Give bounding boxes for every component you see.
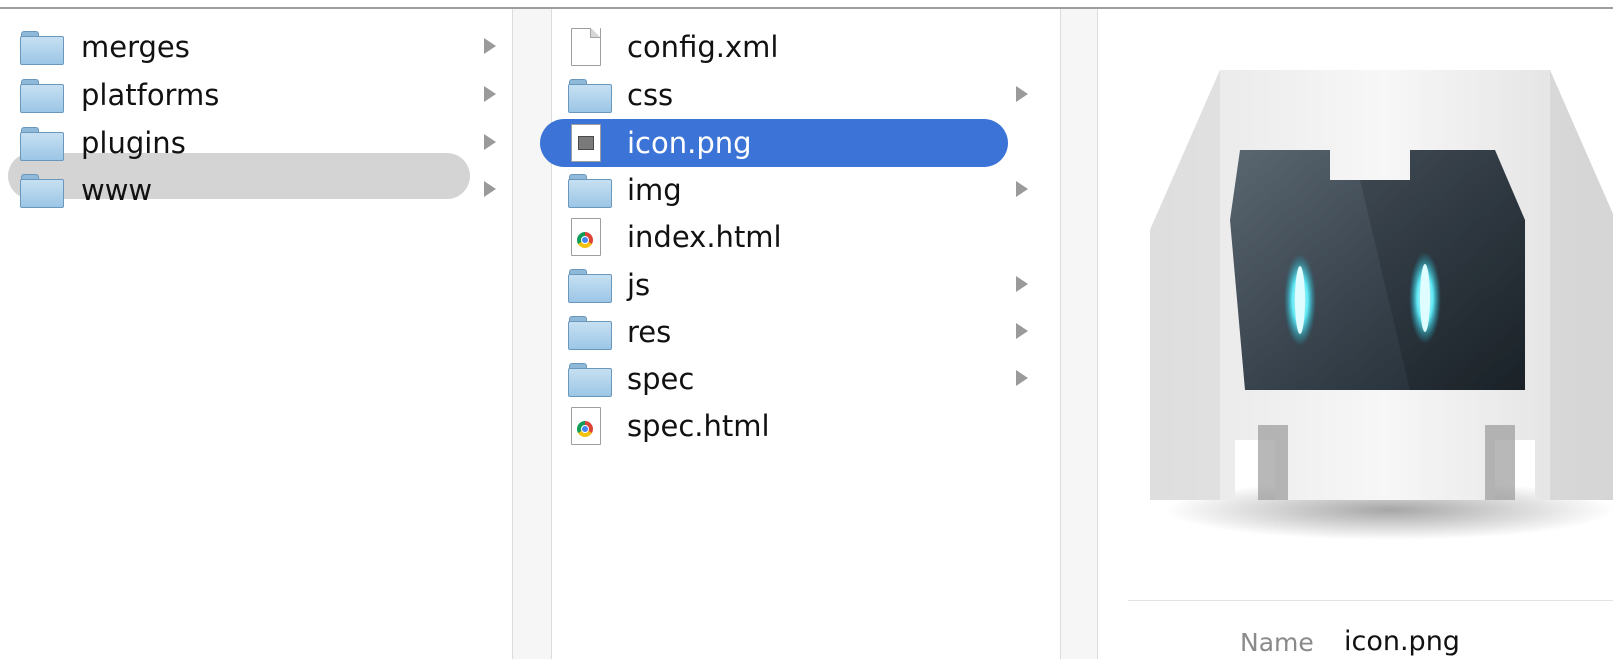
column-divider[interactable] — [512, 9, 552, 659]
item-label: img — [627, 173, 682, 207]
item-label: icon.png — [627, 126, 752, 160]
browser-column-1[interactable]: merges platforms plugins www — [0, 9, 512, 659]
folder-icon — [20, 31, 64, 65]
list-item-icon-png[interactable]: icon.png — [540, 119, 1008, 167]
folder-icon — [568, 269, 612, 303]
disclosure-arrow-icon — [1016, 181, 1028, 197]
list-item-spec[interactable]: spec — [568, 356, 1048, 402]
folder-icon — [568, 174, 612, 208]
list-item-platforms[interactable]: platforms — [20, 72, 510, 118]
disclosure-arrow-icon — [484, 134, 496, 150]
list-item-res[interactable]: res — [568, 309, 1048, 355]
folder-icon — [20, 127, 64, 161]
disclosure-arrow-icon — [484, 86, 496, 102]
folder-icon — [20, 174, 64, 208]
item-label: platforms — [81, 78, 220, 112]
name-value: icon.png — [1344, 626, 1460, 657]
cordova-robot-icon — [1150, 70, 1613, 540]
image-file-icon — [571, 124, 601, 162]
html-file-icon — [571, 407, 601, 445]
disclosure-arrow-icon — [484, 38, 496, 54]
list-item-merges[interactable]: merges — [20, 24, 510, 70]
item-label: www — [81, 173, 153, 207]
name-label: Name — [1240, 628, 1314, 657]
list-item-www[interactable]: www — [20, 167, 510, 213]
item-label: js — [627, 268, 651, 302]
generic-file-icon — [571, 28, 601, 66]
list-item-css[interactable]: css — [568, 72, 1048, 118]
item-label: merges — [81, 30, 190, 64]
column-divider[interactable] — [1060, 9, 1098, 659]
list-item-img[interactable]: img — [568, 167, 1048, 213]
list-item-spec-html[interactable]: spec.html — [568, 403, 1048, 449]
list-item-plugins[interactable]: plugins — [20, 120, 510, 166]
folder-icon — [20, 79, 64, 113]
disclosure-arrow-icon — [1016, 276, 1028, 292]
list-item-index-html[interactable]: index.html — [568, 214, 1048, 260]
item-label: res — [627, 315, 672, 349]
disclosure-arrow-icon — [1016, 370, 1028, 386]
browser-column-2[interactable]: config.xml css icon.png img index.html j… — [540, 9, 1060, 659]
disclosure-arrow-icon — [484, 181, 496, 197]
item-label: config.xml — [627, 30, 779, 64]
html-file-icon — [571, 218, 601, 256]
folder-icon — [568, 363, 612, 397]
disclosure-arrow-icon — [1016, 323, 1028, 339]
item-label: spec — [627, 362, 695, 396]
item-label: plugins — [81, 126, 186, 160]
list-item-js[interactable]: js — [568, 262, 1048, 308]
info-separator — [1128, 600, 1613, 601]
disclosure-arrow-icon — [1016, 86, 1028, 102]
item-label: index.html — [627, 220, 782, 254]
list-item-config-xml[interactable]: config.xml — [568, 24, 1048, 70]
folder-icon — [568, 316, 612, 350]
item-label: css — [627, 78, 674, 112]
folder-icon — [568, 79, 612, 113]
item-label: spec.html — [627, 409, 770, 443]
